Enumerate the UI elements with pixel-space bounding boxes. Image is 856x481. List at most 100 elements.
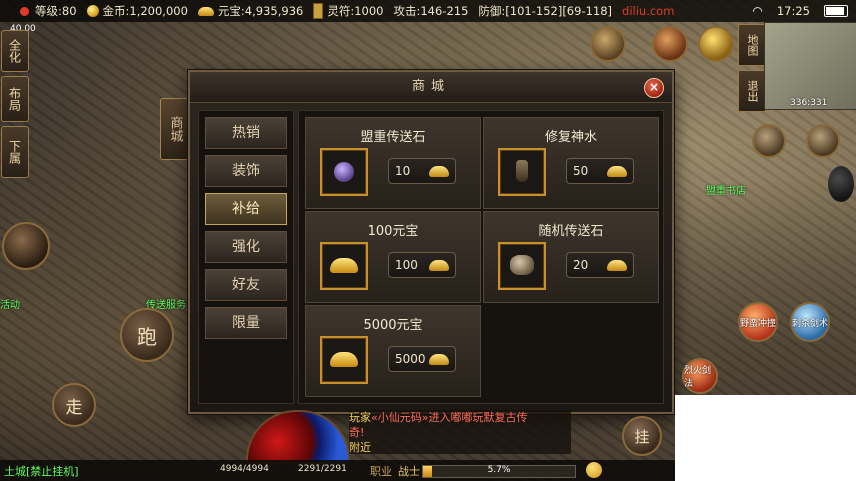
device-status: ◠ 17:25	[752, 0, 848, 22]
npc-label-bookstore: 盟重书店	[706, 186, 746, 197]
map-button[interactable]: 地图	[738, 24, 766, 66]
shop-item-mengzhong-teleport[interactable]: 盟重传送石 10	[305, 117, 481, 209]
auto-hang-button[interactable]: 挂	[622, 416, 662, 456]
wifi-icon: ◠	[752, 4, 763, 18]
gold-coin-icon	[86, 5, 99, 17]
talisman-icon	[313, 3, 324, 19]
exp-bar: 5.7%	[422, 465, 576, 478]
chat-player-name: «小仙元码»	[371, 411, 429, 424]
price-value: 5000	[395, 352, 426, 366]
skill-label: 刺杀剑术	[792, 318, 829, 329]
item-name: 随机传送石	[538, 224, 604, 239]
battery-icon	[824, 5, 848, 17]
character-icon[interactable]	[752, 124, 786, 158]
close-button[interactable]: ×	[644, 78, 664, 98]
exp-percent: 5.7%	[487, 465, 511, 475]
random-teleport-stone-icon[interactable]	[498, 242, 546, 290]
tab-limited[interactable]: 限量	[205, 307, 287, 339]
gold-display: 金币:1,200,000	[102, 4, 188, 18]
exit-button[interactable]: 退出	[738, 70, 766, 112]
clock: 17:25	[776, 4, 810, 18]
item-name: 修复神水	[544, 130, 597, 145]
price-value: 10	[395, 164, 411, 178]
gold-ingot-icon	[429, 354, 449, 365]
buy-price-button[interactable]: 5000	[388, 346, 456, 372]
skill-charge-button[interactable]: 野蛮冲撞	[738, 302, 778, 342]
item-name: 5000元宝	[363, 318, 423, 333]
item-name: 盟重传送石	[360, 130, 426, 145]
skill-assassinate-button[interactable]: 刺杀剑术	[790, 302, 830, 342]
chat-line-1: 玩家«小仙元码»进入嘟嘟玩默复古传	[349, 410, 571, 425]
mp-value: 2291/2291	[298, 464, 347, 474]
bottom-bar: 土城[禁止挂机] 4994/4994 2291/2291 职业 战士 5.7%	[0, 460, 675, 481]
skill-label: 野蛮冲撞	[740, 318, 777, 329]
gold-ingot-icon[interactable]	[320, 242, 368, 290]
location-label: 土城[禁止挂机]	[4, 465, 79, 478]
level-display: 等级:80	[35, 4, 77, 18]
gift-icon[interactable]	[652, 26, 688, 62]
tab-friends[interactable]: 好友	[205, 269, 287, 301]
shop-modal: 商城 × 热销 装饰 补给 强化 好友 限量 盟重传送石 10 修复神水 50	[188, 70, 674, 414]
tab-supply[interactable]: 补给	[205, 193, 287, 225]
shop-side-tab[interactable]: 商城	[160, 98, 190, 160]
shop-item-repair-potion[interactable]: 修复神水 50	[483, 117, 659, 209]
price-value: 100	[395, 258, 418, 272]
blank-corner	[675, 395, 856, 481]
shop-item-5000-yuanbao[interactable]: 5000元宝 5000	[305, 305, 481, 397]
chat-prefix: 玩家	[349, 411, 371, 424]
walk-button[interactable]: 走	[52, 383, 96, 427]
hp-value: 4994/4994	[220, 464, 269, 474]
buy-price-button[interactable]: 50	[566, 158, 634, 184]
chat-channel-nearby[interactable]: 附近	[349, 440, 571, 455]
gold-ingot-icon	[429, 166, 449, 177]
skill-fire-sword-button[interactable]: 烈火剑法	[682, 358, 718, 394]
chat-box[interactable]: 玩家«小仙元码»进入嘟嘟玩默复古传 奇! 附近	[349, 410, 571, 454]
shop-title: 商城	[190, 72, 672, 103]
shop-item-100-yuanbao[interactable]: 100元宝 100	[305, 211, 481, 303]
gold-ingot-icon[interactable]	[320, 336, 368, 384]
event-icon[interactable]	[590, 26, 626, 62]
yuanbao-ingot-icon	[197, 6, 214, 16]
left-button-layout[interactable]: 布局	[1, 76, 29, 122]
defense-display: 防御:[101-152][69-118]	[478, 4, 613, 18]
teleport-stone-gem-icon[interactable]	[320, 148, 368, 196]
bag-icon[interactable]	[806, 124, 840, 158]
collapse-arrow-icon[interactable]	[698, 26, 734, 62]
record-dot-icon	[20, 6, 29, 16]
shop-item-random-teleport[interactable]: 随机传送石 20	[483, 211, 659, 303]
skill-label: 烈火剑法	[684, 366, 712, 389]
gold-ingot-icon	[429, 260, 449, 271]
gold-ingot-icon	[607, 166, 627, 177]
left-button-subordinate[interactable]: 下属	[1, 126, 29, 178]
yuanbao-display: 元宝:4,935,936	[217, 4, 304, 18]
price-value: 50	[573, 164, 589, 178]
gold-display-wrap: 金币:1,200,000	[86, 3, 188, 19]
expand-menu-icon[interactable]	[828, 166, 854, 202]
tab-enhance[interactable]: 强化	[205, 231, 287, 263]
minimap-coordinates: 336:331	[790, 98, 828, 108]
lingfu-display: 灵符:1000	[327, 4, 384, 18]
shop-tab-list: 热销 装饰 补给 强化 好友 限量	[198, 110, 294, 404]
price-value: 20	[573, 258, 589, 272]
attack-display: 攻击:146-215	[393, 4, 469, 18]
chat-line-2: 奇!	[349, 426, 365, 439]
job-label: 职业 战士	[370, 463, 420, 479]
yuanbao-display-wrap: 元宝:4,935,936	[197, 3, 304, 19]
job-value: 战士	[398, 465, 420, 478]
left-round-avatar-button[interactable]	[2, 222, 50, 270]
repair-potion-icon[interactable]	[498, 148, 546, 196]
left-button-quanhua[interactable]: 全化	[1, 30, 29, 72]
minimap[interactable]	[764, 22, 856, 110]
tab-hot[interactable]: 热销	[205, 117, 287, 149]
tab-decoration[interactable]: 装饰	[205, 155, 287, 187]
site-watermark: diliu.com	[622, 4, 675, 18]
npc-label-activity: 活动	[0, 300, 20, 311]
buy-price-button[interactable]: 100	[388, 252, 456, 278]
lingfu-display-wrap: 灵符:1000	[313, 3, 383, 19]
buy-price-button[interactable]: 10	[388, 158, 456, 184]
item-name: 100元宝	[367, 224, 419, 239]
buy-price-button[interactable]: 20	[566, 252, 634, 278]
emoji-chat-icon[interactable]	[586, 462, 602, 478]
run-button[interactable]: 跑	[120, 308, 174, 362]
chat-text: 进入嘟嘟玩默复古传	[428, 411, 528, 424]
